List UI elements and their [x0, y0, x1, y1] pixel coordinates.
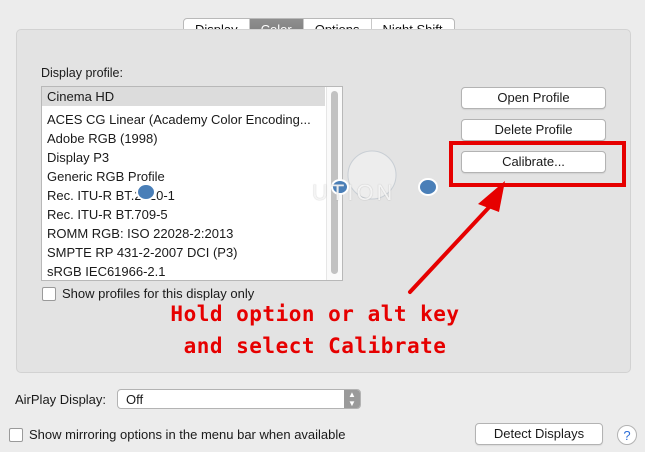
list-item[interactable]: sRGB IEC61966-2.1	[42, 262, 325, 280]
airplay-selected-value: Off	[126, 392, 144, 407]
display-profile-label: Display profile:	[41, 66, 123, 80]
annotation-text: Hold option or alt key and select Calibr…	[165, 298, 465, 362]
list-scrollbar[interactable]	[326, 87, 342, 280]
display-profile-list[interactable]: Cinema HD ACES CG Linear (Academy Color …	[41, 86, 343, 281]
mirroring-checkbox[interactable]	[9, 427, 23, 442]
list-item[interactable]: SMPTE RP 431-2-2007 DCI (P3)	[42, 243, 325, 262]
mirroring-option[interactable]: Show mirroring options in the menu bar w…	[9, 427, 346, 442]
calibrate-highlight-box	[449, 141, 626, 187]
list-item[interactable]: Generic RGB Profile	[42, 167, 325, 186]
list-item[interactable]: Rec. ITU-R BT.2020-1	[42, 186, 325, 205]
scroll-thumb[interactable]	[331, 91, 338, 274]
open-profile-button[interactable]: Open Profile	[461, 87, 606, 109]
airplay-display-select[interactable]: Off ▲ ▼	[117, 389, 361, 409]
show-profiles-checkbox[interactable]	[42, 286, 56, 301]
mirroring-label: Show mirroring options in the menu bar w…	[29, 427, 346, 442]
airplay-display-label: AirPlay Display:	[15, 392, 107, 407]
list-item[interactable]: Rec. ITU-R BT.709-5	[42, 205, 325, 224]
list-item[interactable]: Adobe RGB (1998)	[42, 129, 325, 148]
detect-displays-button[interactable]: Detect Displays	[475, 423, 603, 445]
annotation-line-1: Hold option or alt key	[170, 302, 460, 326]
list-item[interactable]: ROMM RGB: ISO 22028-2:2013	[42, 224, 325, 243]
list-item[interactable]: Cinema HD	[42, 87, 325, 106]
updown-arrows-icon: ▲ ▼	[344, 390, 360, 408]
annotation-line-2: and select Calibrate	[183, 334, 447, 358]
list-item[interactable]: Display P3	[42, 148, 325, 167]
delete-profile-button[interactable]: Delete Profile	[461, 119, 606, 141]
help-icon[interactable]: ?	[617, 425, 637, 445]
list-item[interactable]: ACES CG Linear (Academy Color Encoding..…	[42, 110, 325, 129]
